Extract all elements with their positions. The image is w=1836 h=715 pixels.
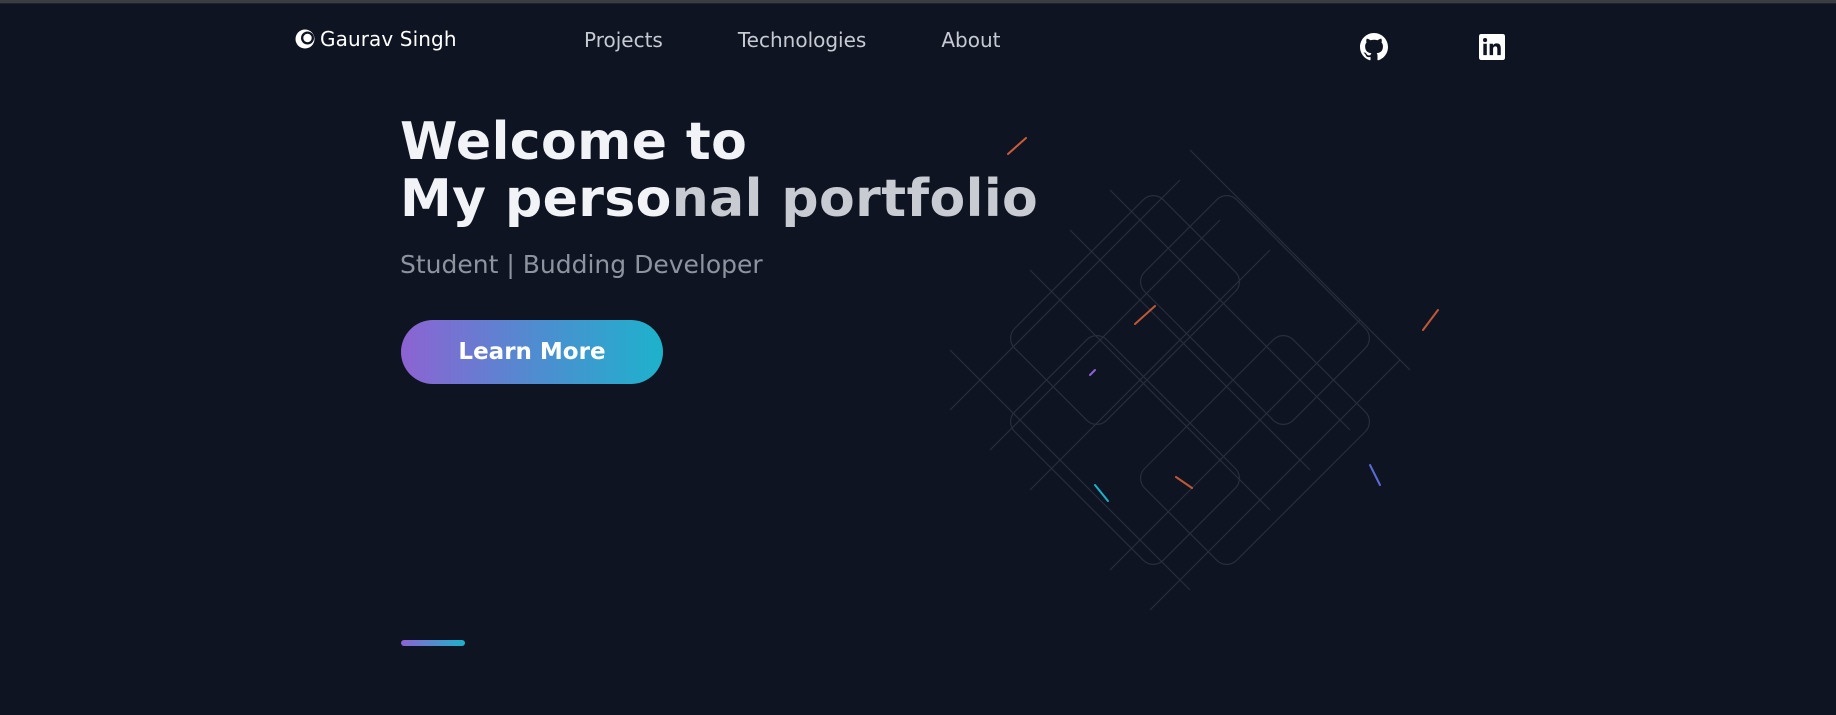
learn-more-button[interactable]: Learn More xyxy=(401,320,663,384)
github-icon xyxy=(1360,33,1388,61)
nav-link-projects[interactable]: Projects xyxy=(584,28,663,52)
hero-title-line2-start: My perso xyxy=(400,169,672,229)
main-nav: Projects Technologies About xyxy=(584,28,1075,52)
accent-divider xyxy=(401,640,465,646)
hero-title: Welcome to My personal portfolio xyxy=(400,114,1038,228)
window-top-border xyxy=(0,0,1836,4)
brand-logo[interactable]: Gaurav Singh xyxy=(295,27,457,51)
brand-name: Gaurav Singh xyxy=(320,27,457,51)
nav-link-technologies[interactable]: Technologies xyxy=(738,28,866,52)
linkedin-icon xyxy=(1479,34,1505,60)
nav-link-about[interactable]: About xyxy=(941,28,1000,52)
hero-title-line2: My personal portfolio xyxy=(400,171,1038,228)
linkedin-link[interactable] xyxy=(1478,33,1506,61)
crescent-logo-icon xyxy=(295,29,315,49)
hero-subtitle: Student | Budding Developer xyxy=(400,250,763,279)
hero-title-line1: Welcome to xyxy=(400,112,748,172)
page: Gaurav Singh Projects Technologies About xyxy=(0,0,1836,715)
hero-title-line2-end: nal portfolio xyxy=(671,169,1039,229)
github-link[interactable] xyxy=(1360,33,1388,61)
